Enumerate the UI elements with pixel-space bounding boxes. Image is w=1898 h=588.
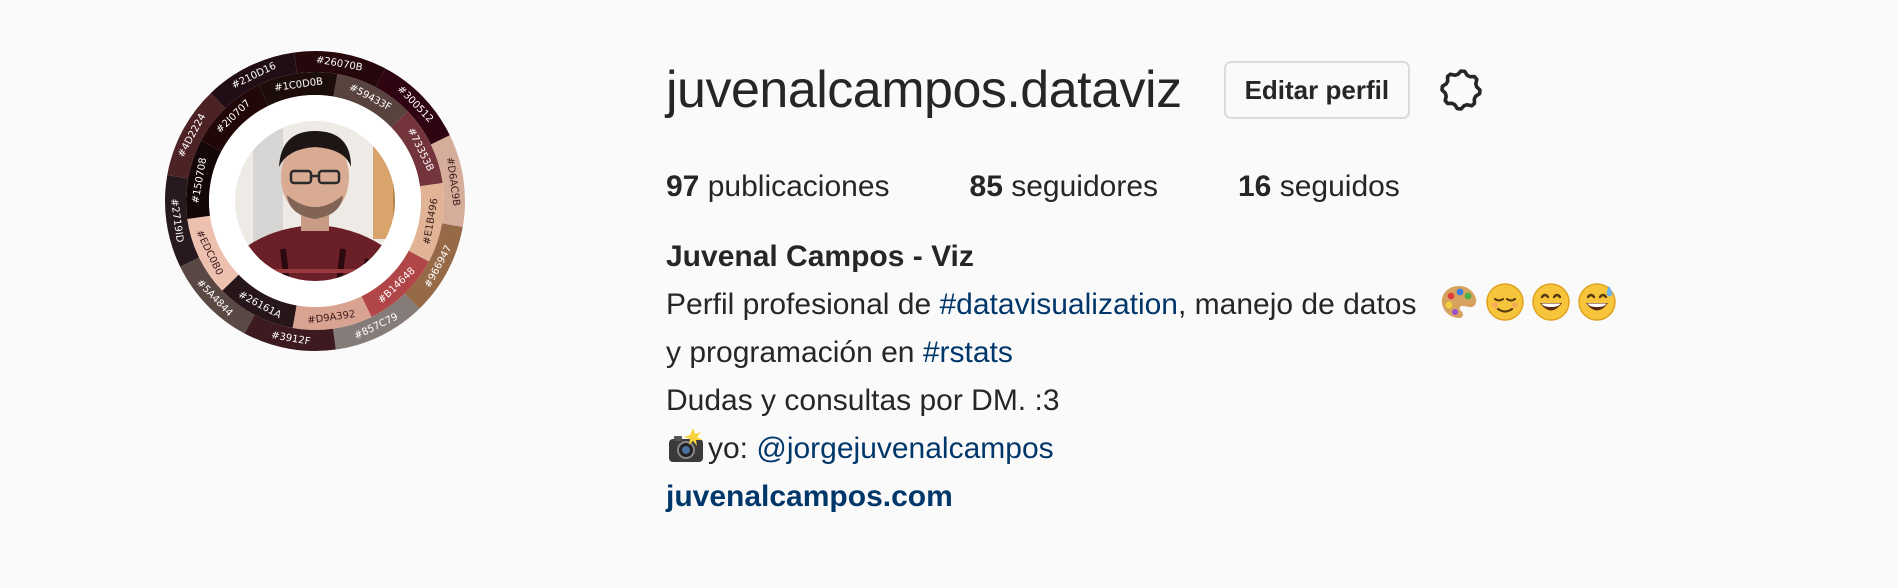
bio-line-1: Perfil profesional de #datavisualization… [666,281,1816,329]
stat-count: 85 [969,170,1003,203]
bio-text: Perfil profesional de [666,288,940,321]
stat-label: seguidores [1011,170,1158,203]
stat-following[interactable]: 16 seguidos [1238,167,1400,207]
artist-palette-emoji [1439,282,1479,322]
camera-with-flash-emoji [666,426,706,466]
bio-line-4: yo: @jorgejuvenalcampos [666,425,1816,473]
hashtag-link[interactable]: #datavisualization [940,288,1179,321]
avatar-ring: #26070B#59433F #300512#73353B#D6AC9B#E1B4… [165,51,465,351]
full-name: Juvenal Campos - Viz [666,240,974,273]
stat-count: 97 [666,170,700,203]
stat-label: seguidos [1279,170,1400,203]
bio: Juvenal Campos - Viz Perfil profesional … [666,233,1816,521]
username: juvenalcampos.dataviz [666,61,1182,119]
website-link[interactable]: juvenalcampos.com [666,480,953,513]
stat-followers[interactable]: 85 seguidores [970,167,1158,207]
bio-line-2: y programación en #rstats [666,329,1816,377]
stat-posts[interactable]: 97 publicaciones [666,167,890,207]
hashtag-link[interactable]: #rstats [923,336,1013,369]
stat-label: publicaciones [707,170,890,203]
profile-header: juvenalcampos.dataviz Editar perfil [666,55,1816,125]
stat-count: 16 [1238,170,1272,203]
gear-icon[interactable] [1436,65,1486,115]
mention-link[interactable]: @jorgejuvenalcampos [756,432,1053,465]
grinning-face-emoji [1531,282,1571,322]
bio-text: yo: [708,432,757,465]
avatar[interactable]: #26070B #59433F #300512 #73353B #D6AC9B #E1B4… [163,49,467,353]
profile-info: juvenalcampos.dataviz Editar perfil 97 p… [666,55,1816,521]
relieved-face-emoji [1485,282,1525,322]
edit-profile-button[interactable]: Editar perfil [1223,61,1411,119]
profile-stats: 97 publicaciones 85 seguidores 16 seguid… [666,167,1816,207]
bio-text: , manejo de datos [1178,288,1417,321]
bio-text: y programación en [666,336,923,369]
bio-line-3: Dudas y consultas por DM. :3 [666,384,1060,417]
grinning-sweat-emoji [1577,282,1617,322]
